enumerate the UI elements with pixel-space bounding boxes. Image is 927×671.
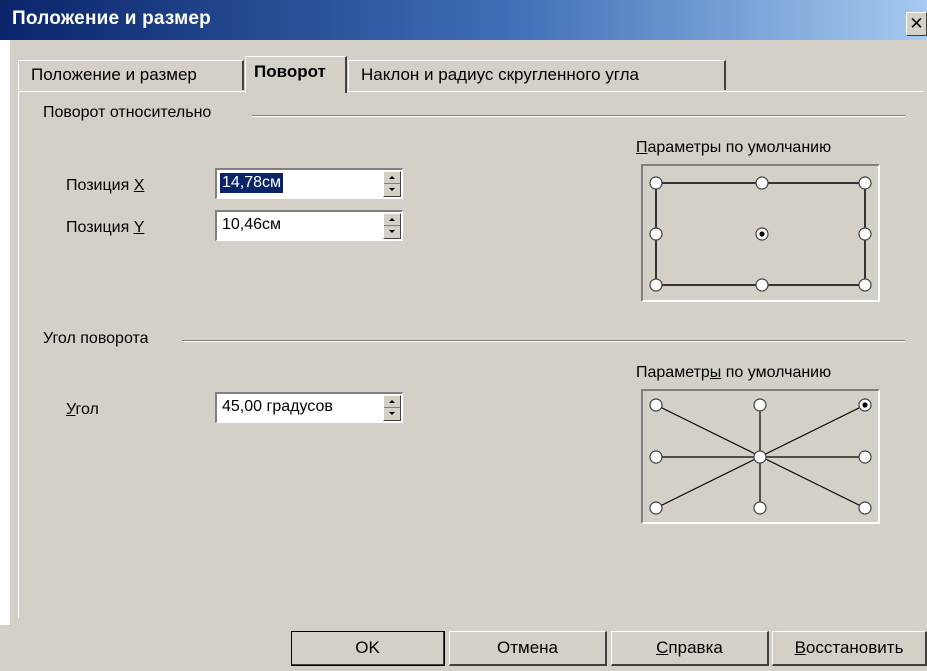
close-icon: ✕ (909, 14, 924, 33)
angle-radio-bottom-left[interactable] (649, 501, 663, 515)
pivot-radio-bottom-center[interactable] (755, 278, 769, 292)
angle-radio-middle-right[interactable] (858, 450, 872, 464)
pivot-radio-middle-right[interactable] (858, 227, 872, 241)
position-x-value[interactable]: 14,78см (220, 173, 284, 193)
angle-defaults-label: Параметры по умолчанию (636, 364, 832, 381)
angle-grid-svg (649, 398, 872, 515)
pivot-defaults-label: Параметры по умолчанию (636, 139, 832, 156)
position-y-spin-buttons[interactable] (383, 213, 401, 239)
position-x-down-button[interactable] (384, 184, 400, 196)
angle-default-selector[interactable] (641, 389, 880, 524)
position-y-spinfield[interactable]: 10,46см (215, 210, 403, 241)
pivot-radio-top-center[interactable] (755, 176, 769, 190)
tab-label: Поворот (254, 62, 326, 81)
angle-section-title: Угол поворота (43, 330, 149, 347)
pivot-grid-svg (649, 176, 872, 292)
angle-spinfield[interactable]: 45,00 градусов (215, 392, 403, 423)
cancel-button[interactable]: Отмена (449, 631, 607, 666)
arrow-up-icon (389, 218, 395, 221)
position-y-label: Позиция Y (66, 219, 145, 236)
tab-label: Наклон и радиус скругленного угла (361, 65, 639, 84)
arrow-down-icon (389, 230, 395, 233)
angle-radio-top-left[interactable] (649, 398, 663, 412)
pivot-divider (252, 115, 905, 117)
pivot-section-title: Поворот относительно (43, 104, 212, 121)
position-y-up-button[interactable] (384, 214, 400, 226)
ok-label: OK (355, 638, 380, 657)
arrow-down-icon (389, 188, 395, 191)
angle-up-button[interactable] (384, 396, 400, 408)
window-left-edge (0, 40, 10, 625)
angle-label: Угол (66, 401, 99, 418)
angle-radio-bottom-center[interactable] (753, 501, 767, 515)
angle-radio-center[interactable] (753, 450, 767, 464)
pivot-radio-selected-dot (759, 231, 765, 237)
position-x-spin-buttons[interactable] (383, 171, 401, 197)
angle-divider (182, 340, 905, 342)
position-y-value[interactable]: 10,46см (220, 215, 283, 235)
angle-value[interactable]: 45,00 градусов (220, 397, 335, 417)
arrow-down-icon (389, 412, 395, 415)
pivot-point-selector[interactable] (641, 164, 880, 302)
position-x-spinfield[interactable]: 14,78см (215, 168, 403, 199)
angle-radio-top-center[interactable] (753, 398, 767, 412)
arrow-up-icon (389, 176, 395, 179)
position-x-label: Позиция X (66, 177, 145, 194)
tab-slant-corner[interactable]: Наклон и радиус скругленного угла (348, 60, 726, 90)
angle-radio-selected-dot (862, 402, 868, 408)
position-y-down-button[interactable] (384, 226, 400, 238)
window-title: Положение и размер (12, 8, 211, 29)
tab-position-size[interactable]: Положение и размер (18, 60, 244, 90)
pivot-radio-bottom-left[interactable] (649, 278, 663, 292)
ok-button[interactable]: OK (291, 631, 445, 666)
pivot-radio-top-left[interactable] (649, 176, 663, 190)
cancel-label: Отмена (497, 638, 558, 657)
tab-rotation[interactable]: Поворот (245, 56, 347, 93)
arrow-up-icon (389, 400, 395, 403)
angle-spin-buttons[interactable] (383, 395, 401, 421)
tab-label: Положение и размер (31, 65, 197, 84)
position-x-up-button[interactable] (384, 172, 400, 184)
angle-radio-middle-left[interactable] (649, 450, 663, 464)
angle-down-button[interactable] (384, 408, 400, 420)
pivot-radio-bottom-right[interactable] (858, 278, 872, 292)
help-button[interactable]: Справка (611, 631, 769, 666)
pivot-radio-top-right[interactable] (858, 176, 872, 190)
angle-radio-bottom-right[interactable] (858, 501, 872, 515)
close-button[interactable]: ✕ (906, 12, 927, 36)
reset-button[interactable]: Восстановить (772, 631, 927, 666)
pivot-radio-middle-left[interactable] (649, 227, 663, 241)
